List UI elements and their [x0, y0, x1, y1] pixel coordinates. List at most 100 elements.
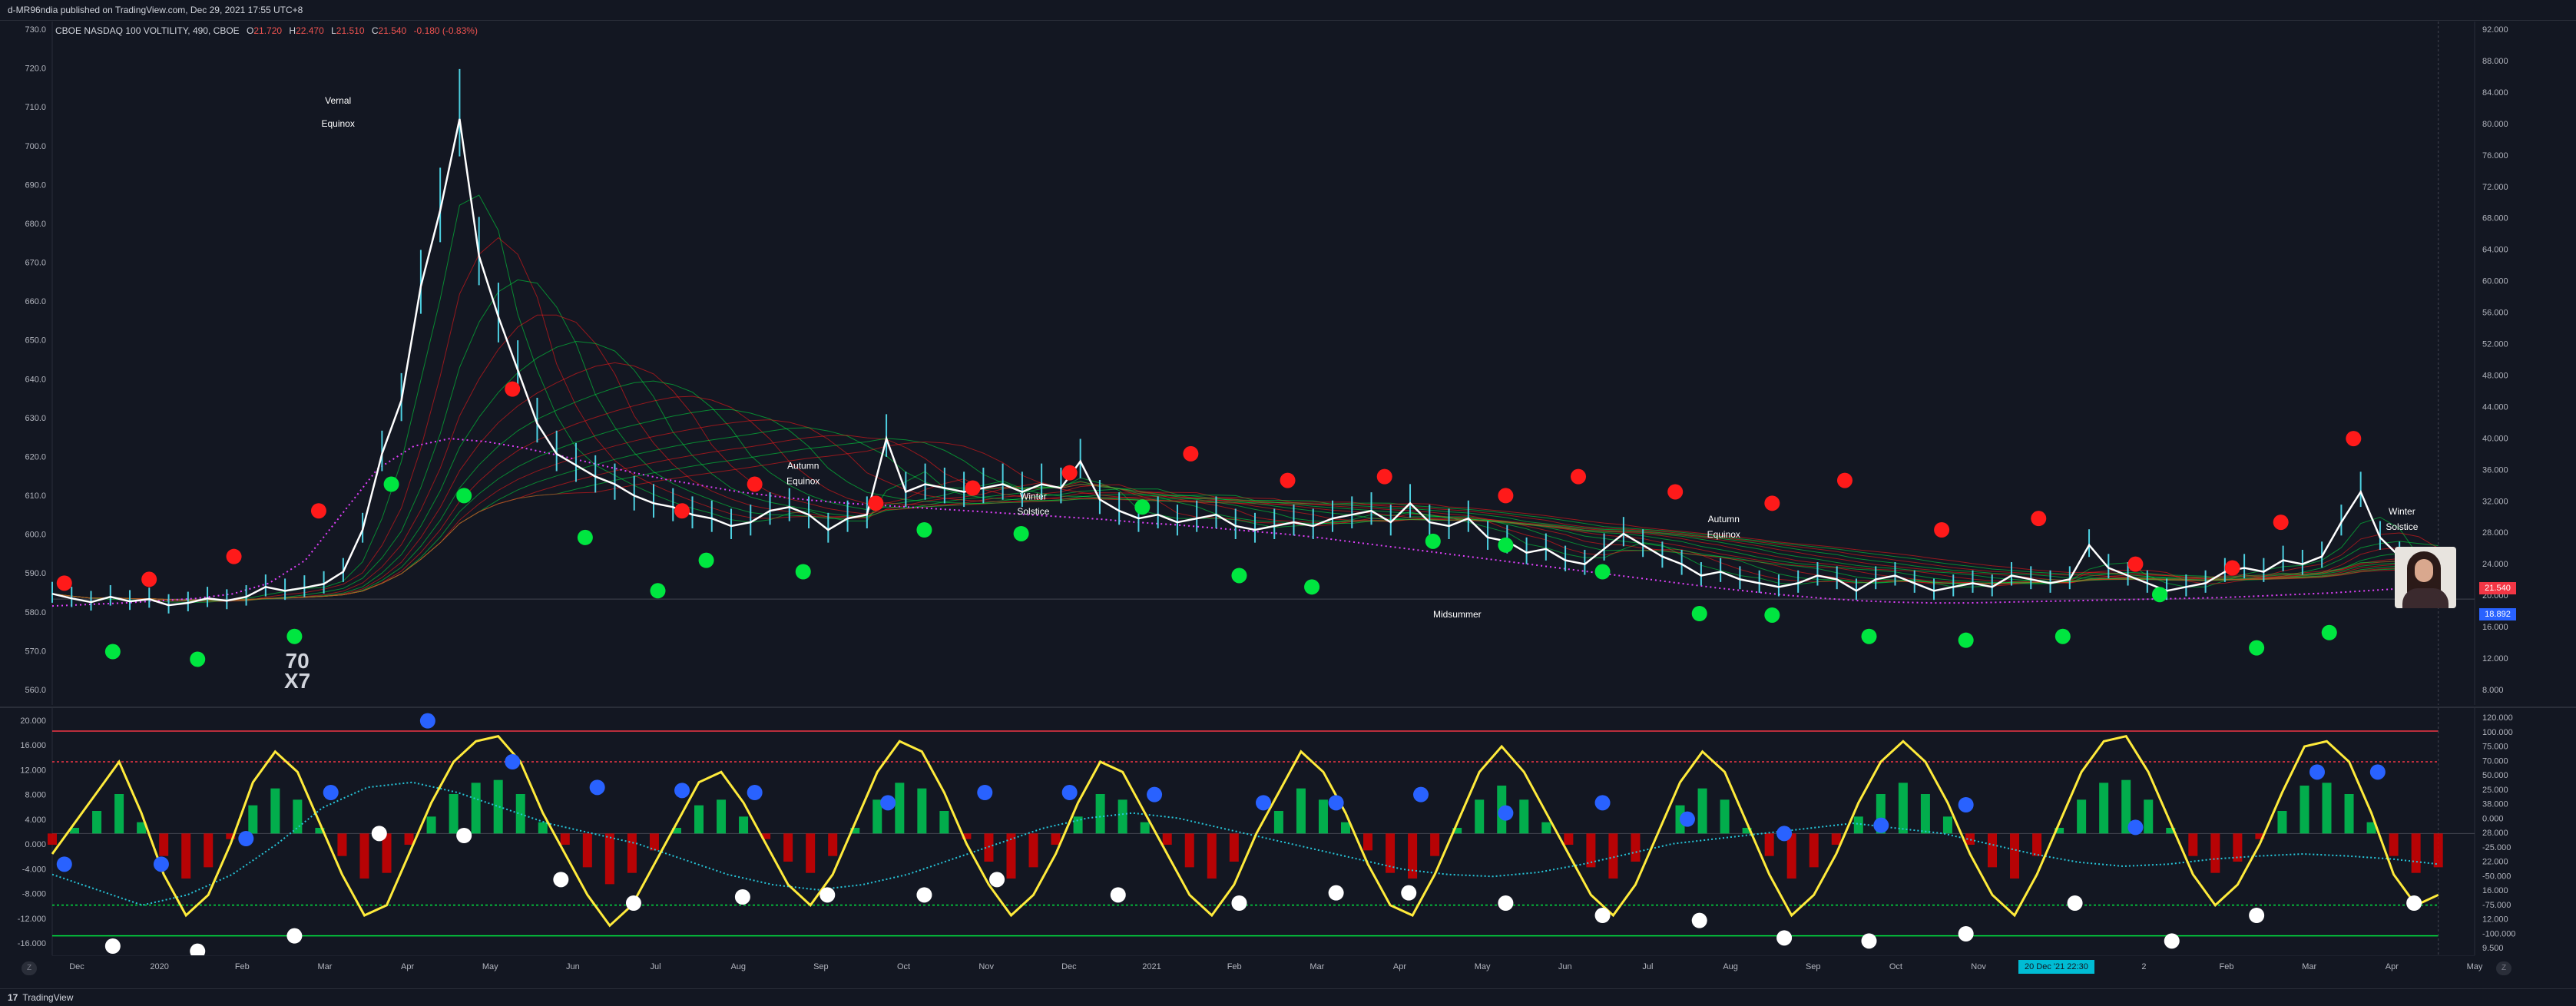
sell-signal-dot: [1376, 468, 1392, 485]
osc-left-tick: -4.000: [22, 865, 46, 874]
left-axis-tick: 630.0: [25, 414, 46, 423]
osc-blue-dot: [1256, 795, 1271, 811]
osc-right-tick: 38.000: [2482, 800, 2508, 809]
left-axis-tick: 570.0: [25, 647, 46, 656]
x-axis-tick: May: [1475, 962, 1491, 971]
tradingview-logo[interactable]: 17 TradingView: [8, 992, 73, 1003]
osc-blue-dot: [153, 856, 169, 872]
osc-histogram-bar: [1809, 833, 1819, 868]
x-axis-tick: Jun: [1558, 962, 1572, 971]
secondary-price-tag: 18.892: [2479, 608, 2516, 620]
osc-blue-dot: [1873, 817, 1889, 833]
osc-histogram-bar: [114, 794, 124, 834]
tradingview-name: TradingView: [22, 992, 74, 1003]
osc-blue-dot: [1061, 785, 1078, 800]
buy-signal-dot: [1134, 499, 1151, 515]
price-line: [51, 118, 2439, 607]
right-axis-tick: 32.000: [2482, 497, 2508, 506]
osc-histogram-bar: [739, 816, 749, 834]
right-axis-tick: 48.000: [2482, 371, 2508, 380]
sell-signal-dot: [868, 495, 884, 511]
osc-blue-dot: [1413, 786, 1429, 802]
scale-left-button[interactable]: Z: [22, 961, 37, 975]
osc-histogram-bar: [404, 833, 414, 845]
right-axis-tick: 44.000: [2482, 402, 2508, 412]
osc-histogram-bar: [1631, 833, 1641, 862]
osc-histogram-bar: [2322, 783, 2332, 834]
published-caption: d-MR96ndia published on TradingView.com,…: [8, 5, 303, 15]
osc-histogram-bar: [1541, 822, 1551, 834]
osc-left-tick: 4.000: [25, 816, 46, 825]
right-axis-tick: 88.000: [2482, 57, 2508, 66]
osc-white-dot: [2067, 895, 2083, 911]
osc-blue-dot: [1958, 797, 1974, 812]
osc-left-tick: -8.000: [22, 890, 46, 899]
osc-blue-dot: [589, 779, 605, 796]
osc-white-dot: [1861, 933, 1877, 949]
tradingview-mark-icon: 17: [8, 992, 18, 1003]
right-axis-tick: 56.000: [2482, 309, 2508, 318]
osc-white-dot: [2164, 933, 2180, 949]
buy-signal-dot: [1958, 632, 1974, 648]
x-axis-tick: Dec: [69, 962, 84, 971]
ema-ribbon-line: [51, 237, 2439, 602]
right-axis-tick: 24.000: [2482, 560, 2508, 569]
x-axis-tick: 2020: [150, 962, 168, 971]
osc-histogram-bar: [449, 794, 459, 834]
left-axis-tick: 590.0: [25, 569, 46, 578]
osc-histogram-bar: [337, 833, 347, 856]
x-axis-tick: Jun: [566, 962, 580, 971]
buy-signal-dot: [650, 583, 666, 599]
osc-left-tick: 20.000: [20, 716, 46, 726]
osc-histogram-bar: [1988, 833, 1998, 868]
author-avatar: [2395, 547, 2456, 608]
buy-signal-dot: [916, 522, 932, 538]
osc-histogram-bar: [939, 811, 949, 834]
left-axis-tick: 610.0: [25, 491, 46, 501]
osc-histogram-bar: [493, 779, 503, 834]
sell-signal-dot: [56, 575, 72, 591]
osc-white-dot: [1401, 885, 1417, 901]
osc-histogram-bar: [2010, 833, 2020, 879]
price-chart[interactable]: 730.0 720.0 710.0 700.0 690.0 680.0 670.0 660.0…: [0, 22, 2576, 705]
left-axis-tick: 730.0: [25, 25, 46, 35]
osc-white-dot: [916, 887, 932, 903]
left-axis-tick: 600.0: [25, 531, 46, 540]
osc-white-dot: [286, 928, 303, 944]
sell-signal-dot: [226, 548, 242, 564]
osc-left-tick: 0.000: [25, 840, 46, 849]
buy-signal-dot: [2249, 640, 2265, 656]
time-cursor-tag: 20 Dec '21 22:30: [2018, 960, 2094, 974]
sell-signal-dot: [505, 381, 521, 397]
osc-blue-dot: [1594, 795, 1611, 811]
osc-histogram-bar: [2077, 799, 2087, 834]
buy-signal-dot: [698, 552, 714, 568]
osc-white-dot: [1594, 908, 1611, 923]
sell-signal-dot: [2346, 431, 2362, 447]
osc-blue-dot: [323, 785, 339, 800]
osc-white-dot: [1231, 895, 1247, 911]
event-annotation: Vernal: [325, 95, 351, 106]
osc-histogram-bar: [48, 833, 57, 845]
osc-left-tick: -16.000: [18, 939, 46, 948]
osc-histogram-bar: [1697, 788, 1707, 834]
x-axis-tick: 2021: [1142, 962, 1161, 971]
osc-right-tick: -75.000: [2482, 901, 2511, 910]
right-axis-tick: 40.000: [2482, 434, 2508, 443]
left-axis-tick: 690.0: [25, 180, 46, 190]
osc-white-dot: [104, 938, 121, 954]
right-axis-tick: 72.000: [2482, 183, 2508, 192]
osc-white-dot: [625, 895, 641, 911]
osc-histogram-bar: [1095, 794, 1105, 834]
osc-histogram-bar: [1786, 833, 1796, 879]
x-axis-tick: May: [482, 962, 498, 971]
osc-histogram-bar: [1831, 833, 1841, 845]
osc-histogram-bar: [2099, 783, 2109, 834]
time-axis[interactable]: Dec 2020 Feb Mar Apr May Jun Jul Aug Sep Oct Nov Dec…: [0, 955, 2576, 988]
scale-right-button[interactable]: Z: [2496, 961, 2511, 975]
buy-signal-dot: [104, 644, 121, 660]
oscillator-chart[interactable]: 20.000 16.000 12.000 8.000 4.000 0.000 -4.000 -…: [0, 708, 2576, 955]
sell-signal-dot: [747, 476, 763, 492]
sell-signal-dot: [1764, 495, 1780, 511]
left-axis-tick: 700.0: [25, 142, 46, 151]
